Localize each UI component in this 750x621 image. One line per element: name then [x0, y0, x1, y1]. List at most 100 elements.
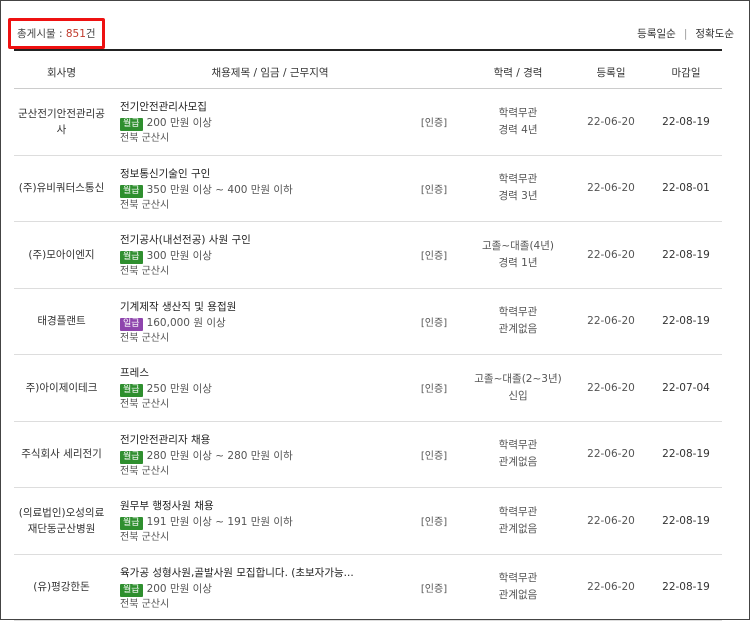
- company-name[interactable]: (주)모아이엔지: [14, 222, 109, 288]
- career: 관계없음: [499, 454, 538, 471]
- job-title-link[interactable]: 기계제작 생산직 및 용접원: [120, 299, 410, 315]
- career: 관계없음: [499, 321, 538, 338]
- wage-amount: 200 만원 이상: [147, 583, 212, 595]
- table-row[interactable]: 태경플랜트기계제작 생산직 및 용접원일급160,000 원 이상전북 군산시[…: [14, 289, 722, 356]
- table-row[interactable]: 주식회사 세리전기 전기안전관리자 채용월급 280 만원 이상 ~ 280 만원 …: [14, 422, 722, 489]
- deadline-date: 22-08-19: [650, 488, 722, 554]
- table-header: 회사명 채용제목 / 임금 / 근무지역 학력 / 경력 등록일 마감일: [14, 49, 722, 89]
- education: 학력무관: [499, 504, 538, 521]
- education: 학력무관: [499, 437, 538, 454]
- table-row[interactable]: (주)모아이엔지전기공사(내선전공) 사원 구인월급300 만원 이상전북 군산…: [14, 222, 722, 289]
- header-edu: 학력 / 경력: [462, 65, 574, 80]
- table-row[interactable]: 군산전기안전관리공사전기안전관리사모집월급200 만원 이상전북 군산시[인증]…: [14, 89, 722, 156]
- job-cell: 전기안전관리사모집월급200 만원 이상전북 군산시: [120, 99, 410, 146]
- career: 관계없음: [499, 521, 538, 538]
- deadline-date: 22-08-19: [650, 555, 722, 621]
- career: 경력 3년: [499, 188, 538, 205]
- job-title-link[interactable]: 전기안전관리사모집: [120, 99, 410, 115]
- work-region: 전북 군산시: [120, 264, 410, 279]
- edu-career: 학력무관경력 3년: [462, 156, 574, 222]
- job-cell: 원무부 행정사원 채용월급 191 만원 이상 ~ 191 만원 이하전북 군산시: [120, 498, 410, 545]
- wage-type-badge: 월급: [120, 584, 143, 597]
- job-cell: 전기안전관리자 채용월급280 만원 이상 ~ 280 만원 이하전북 군산시: [120, 432, 410, 479]
- wage: 월급 200 만원 이상: [120, 581, 410, 597]
- company-name[interactable]: 주)아이제이테크: [14, 355, 109, 421]
- work-region: 전북 군산시: [120, 530, 410, 545]
- company-name[interactable]: (유)평강한돈: [14, 555, 109, 621]
- wage-type-badge: 월급: [120, 517, 143, 530]
- deadline-date: 22-08-01: [650, 156, 722, 222]
- certified-badge: [인증]: [419, 156, 449, 222]
- page-frame: 총게시물 : 851건 등록일순|정확도순 회사명 채용제목 / 임금 / 근무…: [0, 0, 750, 620]
- education: 학력무관: [499, 171, 538, 188]
- education: 고졸~대졸(2~3년): [474, 371, 561, 388]
- table-row[interactable]: (주)유비쿼터스통신 정보통신기술인 구인월급 350 만원 이상 ~ 400 만원…: [14, 156, 722, 223]
- registered-date: 22-06-20: [576, 222, 646, 288]
- registered-date: 22-06-20: [576, 555, 646, 621]
- registered-date: 22-06-20: [576, 422, 646, 488]
- list-topbar: 총게시물 : 851건 등록일순|정확도순: [14, 16, 736, 48]
- wage-type-badge: 월급: [120, 384, 143, 397]
- job-cell: 기계제작 생산직 및 용접원일급160,000 원 이상전북 군산시: [120, 299, 410, 346]
- wage-amount: 280 만원 이상 ~ 280 만원 이하: [147, 450, 293, 462]
- header-registered: 등록일: [576, 65, 646, 80]
- edu-career: 고졸~대졸(2~3년)신입: [462, 355, 574, 421]
- edu-career: 학력무관관계없음: [462, 555, 574, 621]
- edu-career: 학력무관관계없음: [462, 289, 574, 355]
- wage-amount: 191 만원 이상 ~ 191 만원 이하: [147, 516, 293, 528]
- job-cell: 프레스월급250 만원 이상전북 군산시: [120, 365, 410, 412]
- wage-type-badge: 월급: [120, 451, 143, 464]
- wage-amount: 250 만원 이상: [147, 383, 212, 395]
- deadline-date: 22-08-19: [650, 89, 722, 155]
- certified-badge: [인증]: [419, 355, 449, 421]
- job-cell: 육가공 성형사원,골발사원 모집합니다. (초보자가능... 월급 200 만원 이…: [120, 565, 410, 612]
- job-title-link[interactable]: 프레스: [120, 365, 410, 381]
- education: 고졸~대졸(4년): [482, 238, 554, 255]
- wage: 월급200 만원 이상: [120, 115, 410, 131]
- wage: 월급 280 만원 이상 ~ 280 만원 이하: [120, 448, 410, 464]
- job-title-link[interactable]: 전기안전관리자 채용: [120, 432, 410, 448]
- certified-badge: [인증]: [419, 222, 449, 288]
- company-name[interactable]: 군산전기안전관리공사: [14, 89, 109, 155]
- wage-type-badge: 월급: [120, 118, 143, 131]
- career: 관계없음: [499, 587, 538, 604]
- deadline-date: 22-08-19: [650, 422, 722, 488]
- registered-date: 22-06-20: [576, 355, 646, 421]
- company-name[interactable]: (의료법인)오성의료재단동군산병원: [14, 488, 109, 554]
- job-title-link[interactable]: 정보통신기술인 구인: [120, 166, 410, 182]
- job-table: 회사명 채용제목 / 임금 / 근무지역 학력 / 경력 등록일 마감일 군산전…: [14, 49, 722, 621]
- total-count: 총게시물 : 851건: [8, 18, 105, 49]
- header-job: 채용제목 / 임금 / 근무지역: [120, 65, 420, 80]
- deadline-date: 22-07-04: [650, 355, 722, 421]
- certified-badge: [인증]: [419, 488, 449, 554]
- sort-by-date-link[interactable]: 등록일순: [637, 28, 676, 40]
- wage: 월급 350 만원 이상 ~ 400 만원 이하: [120, 182, 410, 198]
- sort-by-accuracy-link[interactable]: 정확도순: [695, 28, 734, 40]
- certified-badge: [인증]: [419, 289, 449, 355]
- table-row[interactable]: (유)평강한돈 육가공 성형사원,골발사원 모집합니다. (초보자가능... 월급 2…: [14, 555, 722, 621]
- certified-badge: [인증]: [419, 89, 449, 155]
- job-title-link[interactable]: 육가공 성형사원,골발사원 모집합니다. (초보자가능...: [120, 565, 410, 581]
- table-row[interactable]: 주)아이제이테크프레스월급250 만원 이상전북 군산시[인증]고졸~대졸(2~…: [14, 355, 722, 422]
- job-title-link[interactable]: 전기공사(내선전공) 사원 구인: [120, 232, 410, 248]
- wage: 일급160,000 원 이상: [120, 315, 410, 331]
- wage-type-badge: 월급: [120, 185, 143, 198]
- edu-career: 학력무관관계없음: [462, 488, 574, 554]
- education: 학력무관: [499, 570, 538, 587]
- total-count-label: 총게시물 :: [17, 28, 66, 40]
- deadline-date: 22-08-19: [650, 289, 722, 355]
- wage: 월급 250 만원 이상: [120, 381, 410, 397]
- edu-career: 고졸~대졸(4년)경력 1년: [462, 222, 574, 288]
- career: 경력 1년: [499, 255, 538, 272]
- table-row[interactable]: (의료법인)오성의료재단동군산병원 원무부 행정사원 채용월급 191 만원 이상 …: [14, 488, 722, 555]
- registered-date: 22-06-20: [576, 488, 646, 554]
- company-name[interactable]: (주)유비쿼터스통신: [14, 156, 109, 222]
- education: 학력무관: [499, 105, 538, 122]
- wage-amount: 350 만원 이상 ~ 400 만원 이하: [147, 184, 293, 196]
- total-count-number: 851: [66, 28, 86, 40]
- company-name[interactable]: 주식회사 세리전기: [14, 422, 109, 488]
- company-name[interactable]: 태경플랜트: [14, 289, 109, 355]
- edu-career: 학력무관경력 4년: [462, 89, 574, 155]
- job-title-link[interactable]: 원무부 행정사원 채용: [120, 498, 410, 514]
- header-deadline: 마감일: [650, 65, 722, 80]
